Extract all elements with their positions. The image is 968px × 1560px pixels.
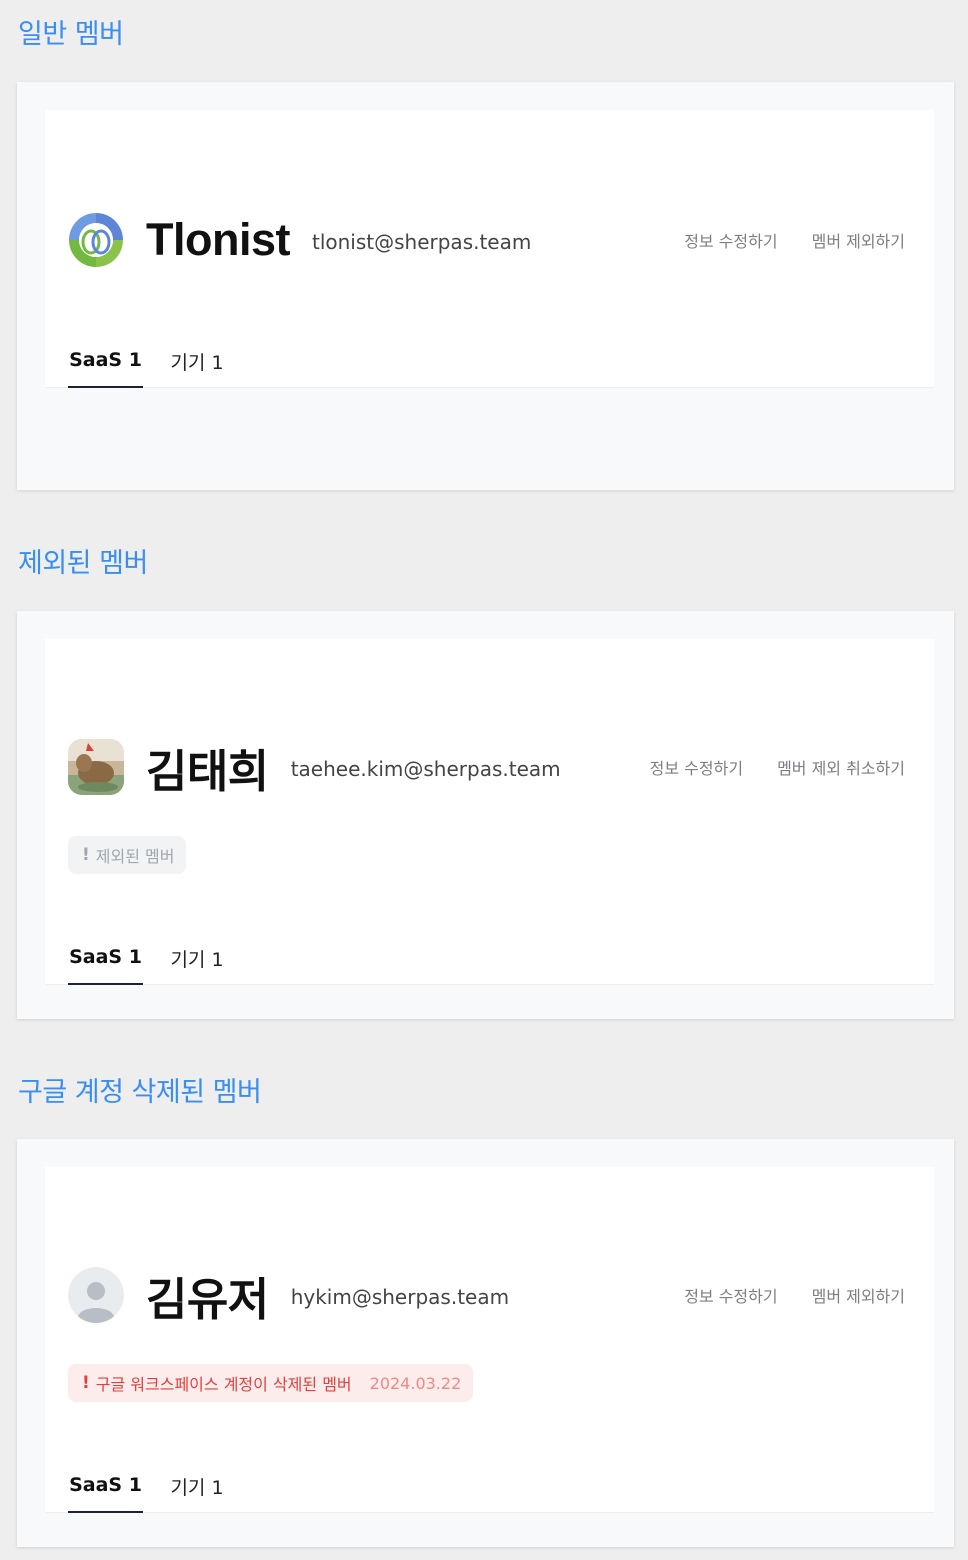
member-email: taehee.kim@sherpas.team bbox=[290, 757, 561, 781]
member-profile: 김태희 taehee.kim@sherpas.team 정보 수정하기 멤버 제… bbox=[68, 737, 905, 797]
member-actions: 정보 수정하기 멤버 제외 취소하기 bbox=[650, 755, 905, 779]
member-email: hykim@sherpas.team bbox=[290, 1285, 510, 1309]
tab-saas[interactable]: SaaS 1 bbox=[68, 1459, 143, 1513]
member-actions: 정보 수정하기 멤버 제외하기 bbox=[684, 1283, 905, 1307]
badge-date: 2024.03.22 bbox=[369, 1373, 462, 1393]
member-panel-general: Tlonist tlonist@sherpas.team 정보 수정하기 멤버 … bbox=[17, 82, 954, 490]
tab-devices[interactable]: 기기 1 bbox=[157, 1459, 237, 1513]
cancel-exclusion-button[interactable]: 멤버 제외 취소하기 bbox=[777, 755, 905, 779]
member-card: 김유저 hykim@sherpas.team 정보 수정하기 멤버 제외하기 !… bbox=[45, 1167, 934, 1513]
tab-saas[interactable]: SaaS 1 bbox=[68, 334, 143, 388]
member-name: Tlonist bbox=[146, 214, 290, 265]
exclude-member-button[interactable]: 멤버 제외하기 bbox=[812, 228, 905, 252]
edit-info-button[interactable]: 정보 수정하기 bbox=[684, 228, 777, 252]
edit-info-button[interactable]: 정보 수정하기 bbox=[684, 1283, 777, 1307]
logo-icon bbox=[68, 212, 124, 268]
default-user-icon bbox=[68, 1267, 124, 1323]
edit-info-button[interactable]: 정보 수정하기 bbox=[650, 755, 743, 779]
badge-text: 구글 워크스페이스 계정이 삭제된 멤버 bbox=[95, 1375, 352, 1394]
member-tabs: SaaS 1 기기 1 bbox=[45, 1459, 934, 1513]
member-profile: Tlonist tlonist@sherpas.team 정보 수정하기 멤버 … bbox=[68, 210, 905, 270]
section-title-excluded: 제외된 멤버 bbox=[18, 548, 148, 579]
member-tabs: SaaS 1 기기 1 bbox=[45, 931, 934, 985]
section-title-google-deleted: 구글 계정 삭제된 멤버 bbox=[18, 1077, 262, 1108]
tab-devices[interactable]: 기기 1 bbox=[157, 334, 237, 388]
google-deleted-status-badge: ! 구글 워크스페이스 계정이 삭제된 멤버 2024.03.22 bbox=[68, 1364, 474, 1402]
exclude-member-button[interactable]: 멤버 제외하기 bbox=[812, 1283, 905, 1307]
alert-icon: ! bbox=[82, 1373, 90, 1393]
badge-text: 제외된 멤버 bbox=[95, 847, 175, 866]
member-email: tlonist@sherpas.team bbox=[311, 230, 532, 254]
member-actions: 정보 수정하기 멤버 제외하기 bbox=[684, 228, 905, 252]
alert-icon: ! bbox=[82, 845, 90, 865]
section-title-general: 일반 멤버 bbox=[18, 19, 124, 50]
member-name: 김태희 bbox=[146, 745, 269, 797]
member-card: Tlonist tlonist@sherpas.team 정보 수정하기 멤버 … bbox=[45, 110, 934, 388]
member-card: 김태희 taehee.kim@sherpas.team 정보 수정하기 멤버 제… bbox=[45, 639, 934, 985]
member-name: 김유저 bbox=[146, 1273, 269, 1325]
tab-saas[interactable]: SaaS 1 bbox=[68, 931, 143, 985]
member-panel-google-deleted: 김유저 hykim@sherpas.team 정보 수정하기 멤버 제외하기 !… bbox=[17, 1139, 954, 1547]
excluded-status-badge: ! 제외된 멤버 bbox=[68, 836, 187, 874]
avatar-photo bbox=[68, 739, 124, 795]
tab-devices[interactable]: 기기 1 bbox=[157, 931, 237, 985]
member-profile: 김유저 hykim@sherpas.team 정보 수정하기 멤버 제외하기 bbox=[68, 1265, 905, 1325]
member-tabs: SaaS 1 기기 1 bbox=[45, 334, 934, 388]
member-panel-excluded: 김태희 taehee.kim@sherpas.team 정보 수정하기 멤버 제… bbox=[17, 611, 954, 1019]
